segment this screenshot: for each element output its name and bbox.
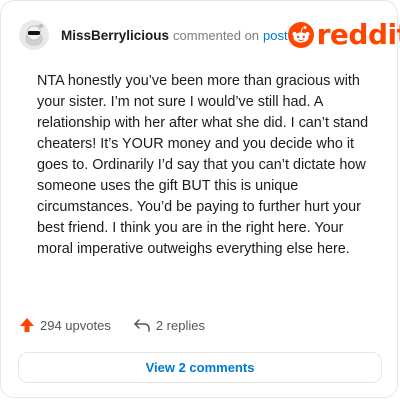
comment-actions: 294 upvotes 2 replies [19,317,205,333]
comment-body: NTA honestly you’ve been more than graci… [37,73,369,257]
avatar-icon [19,20,49,50]
upvote-button[interactable]: 294 upvotes [19,317,111,333]
comment-card: MissBerrylicious commented on post reddi… [0,0,400,398]
replies-button[interactable]: 2 replies [133,317,205,333]
replies-count: 2 replies [155,317,205,333]
reply-arrow-icon [134,319,150,332]
avatar[interactable] [19,20,49,50]
reddit-logo: reddit [287,18,400,51]
comment-header: MissBerrylicious commented on post reddi… [19,19,400,51]
commented-on-text: commented on [173,27,260,43]
post-link[interactable]: post [263,28,288,43]
view-comments-button[interactable]: View 2 comments [18,352,382,383]
username[interactable]: MissBerrylicious [61,28,169,43]
upvote-arrow-icon [20,318,34,332]
reddit-alien-icon [287,22,314,48]
reddit-wordmark: reddit [316,18,400,51]
upvote-count: 294 upvotes [40,317,111,333]
